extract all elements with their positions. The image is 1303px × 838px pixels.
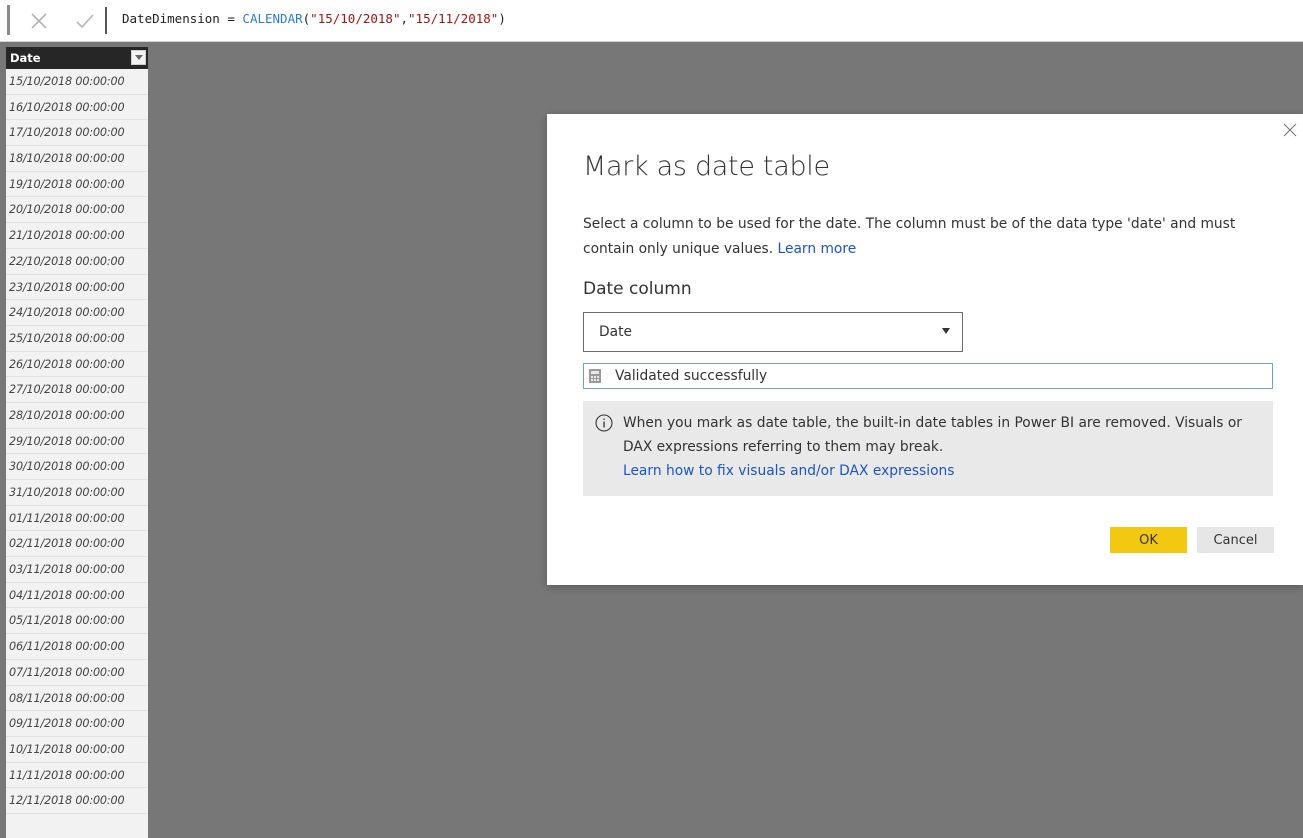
chevron-down-icon [942, 328, 950, 334]
formula-function: CALENDAR [242, 11, 303, 26]
formula-bar: DateDimension = CALENDAR("15/10/2018","1… [0, 0, 1303, 42]
learn-more-link[interactable]: Learn more [778, 241, 857, 257]
commit-formula-button[interactable] [72, 9, 98, 33]
dialog-close-button[interactable] [1283, 123, 1299, 139]
table-row[interactable]: 01/11/2018 00:00:00 [6, 506, 148, 532]
info-icon [595, 414, 613, 432]
ok-button[interactable]: OK [1110, 527, 1187, 553]
table-row[interactable]: 30/10/2018 00:00:00 [6, 454, 148, 480]
table-row[interactable]: 12/11/2018 00:00:00 [6, 788, 148, 814]
date-column-select-value: Date [599, 324, 632, 340]
table-row[interactable]: 08/11/2018 00:00:00 [6, 686, 148, 712]
table-row[interactable]: 25/10/2018 00:00:00 [6, 326, 148, 352]
cancel-formula-button[interactable] [26, 9, 52, 33]
date-column-select[interactable]: Date [583, 312, 963, 352]
date-column: Date 15/10/2018 00:00:00 16/10/2018 00:00… [6, 47, 148, 838]
table-row[interactable]: 28/10/2018 00:00:00 [6, 403, 148, 429]
column-filter-button[interactable] [131, 50, 146, 65]
table-row[interactable]: 04/11/2018 00:00:00 [6, 583, 148, 609]
table-row[interactable]: 10/11/2018 00:00:00 [6, 737, 148, 763]
cancel-button[interactable]: Cancel [1197, 527, 1274, 553]
validation-status: Validated successfully [583, 363, 1273, 389]
formula-arg-end: "15/11/2018" [408, 11, 499, 26]
table-row[interactable]: 03/11/2018 00:00:00 [6, 557, 148, 583]
table-row[interactable]: 23/10/2018 00:00:00 [6, 275, 148, 301]
validation-text: Validated successfully [615, 368, 768, 384]
dialog-description: Select a column to be used for the date.… [583, 212, 1283, 262]
table-row[interactable]: 31/10/2018 00:00:00 [6, 480, 148, 506]
table-row[interactable]: 19/10/2018 00:00:00 [6, 172, 148, 198]
column-header-label: Date [10, 51, 41, 65]
mark-as-date-table-dialog: Mark as date table Select a column to be… [547, 114, 1303, 585]
table-row[interactable]: 09/11/2018 00:00:00 [6, 711, 148, 737]
table-row[interactable]: 06/11/2018 00:00:00 [6, 634, 148, 660]
column-header[interactable]: Date [6, 47, 148, 69]
table-row[interactable]: 22/10/2018 00:00:00 [6, 249, 148, 275]
formula-input[interactable]: DateDimension = CALENDAR("15/10/2018","1… [122, 11, 506, 26]
table-row[interactable]: 11/11/2018 00:00:00 [6, 763, 148, 789]
table-row[interactable]: 21/10/2018 00:00:00 [6, 223, 148, 249]
formula-prefix: DateDimension = [122, 11, 243, 26]
formula-arg-start: "15/10/2018" [310, 11, 401, 26]
formula-separator: , [400, 11, 409, 26]
date-rows: 15/10/2018 00:00:00 16/10/2018 00:00:00 17… [6, 69, 148, 814]
fix-visuals-link[interactable]: Learn how to fix visuals and/or DAX expr… [623, 463, 954, 479]
info-banner: When you mark as date table, the built-i… [583, 401, 1273, 496]
table-row[interactable]: 02/11/2018 00:00:00 [6, 531, 148, 558]
table-row[interactable]: 18/10/2018 00:00:00 [6, 146, 148, 172]
checkmark-icon [76, 14, 94, 29]
date-column-label: Date column [583, 279, 692, 299]
table-row[interactable]: 15/10/2018 00:00:00 [6, 69, 148, 95]
table-row[interactable]: 07/11/2018 00:00:00 [6, 660, 148, 686]
dropdown-arrow-icon [134, 55, 143, 60]
formula-divider [105, 7, 107, 34]
close-icon [1283, 123, 1297, 137]
table-row[interactable]: 24/10/2018 00:00:00 [6, 300, 148, 326]
close-icon [31, 13, 47, 29]
formula-close-paren: ) [498, 11, 506, 26]
calculator-icon [589, 369, 601, 383]
table-row[interactable]: 26/10/2018 00:00:00 [6, 352, 148, 378]
table-row[interactable]: 16/10/2018 00:00:00 [6, 95, 148, 121]
dialog-title: Mark as date table [583, 151, 830, 182]
table-row[interactable]: 05/11/2018 00:00:00 [6, 608, 148, 635]
table-row[interactable]: 20/10/2018 00:00:00 [6, 197, 148, 224]
table-row[interactable]: 17/10/2018 00:00:00 [6, 120, 148, 147]
formula-bar-edge [7, 5, 10, 35]
table-row[interactable]: 27/10/2018 00:00:00 [6, 377, 148, 403]
table-row[interactable]: 29/10/2018 00:00:00 [6, 429, 148, 455]
info-text-block: When you mark as date table, the built-i… [623, 411, 1263, 483]
info-message: When you mark as date table, the built-i… [623, 415, 1242, 455]
dialog-description-text: Select a column to be used for the date.… [583, 216, 1236, 257]
